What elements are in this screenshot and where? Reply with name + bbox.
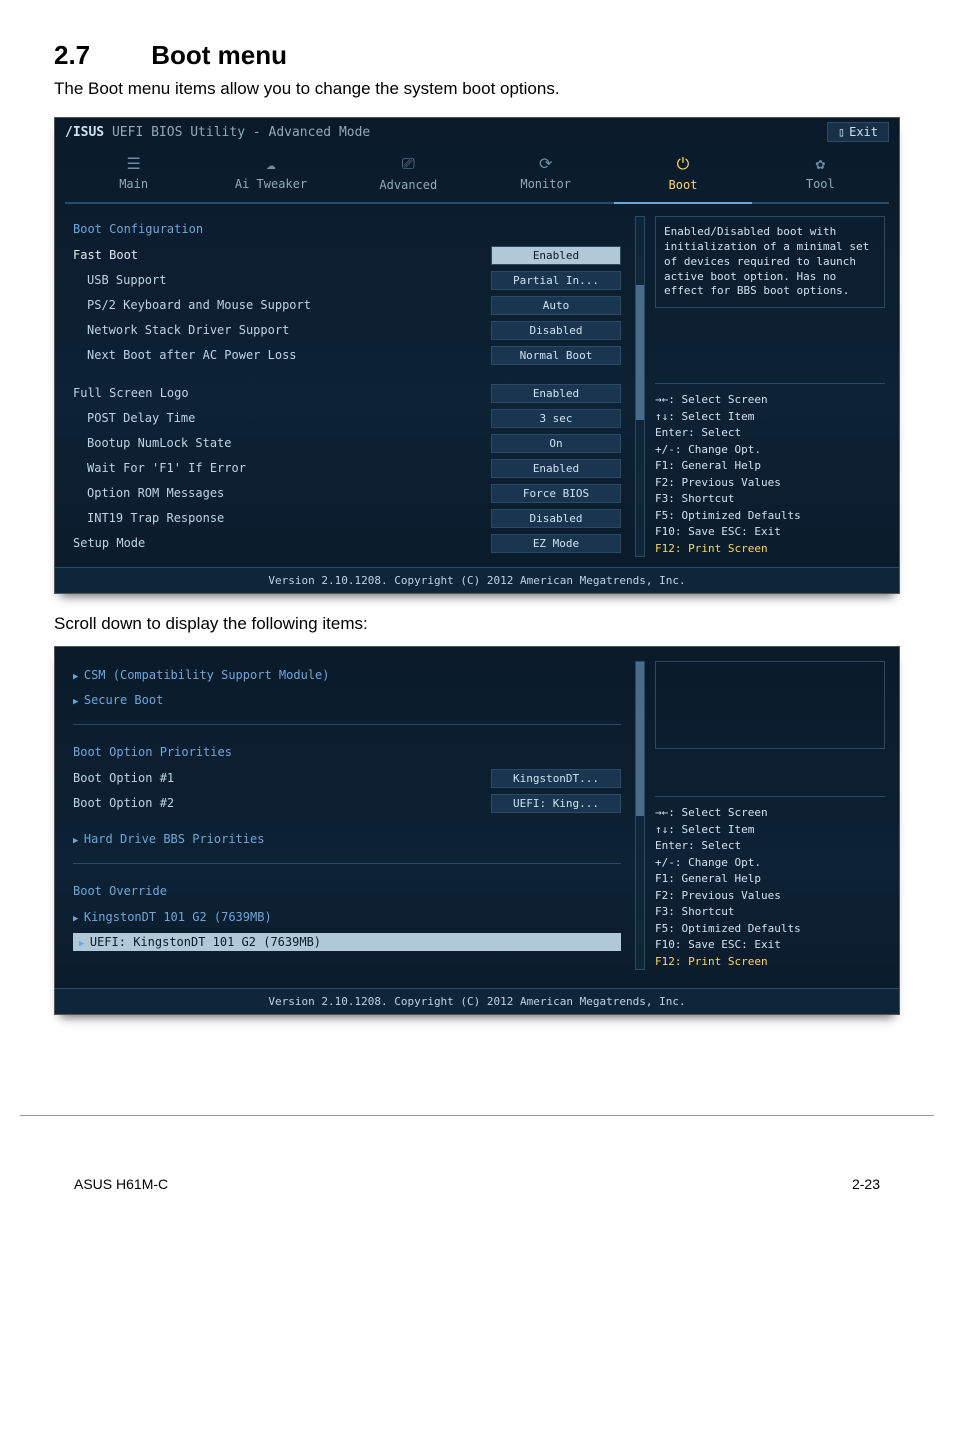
bios-copyright: Version 2.10.1208. Copyright (C) 2012 Am… <box>55 567 899 593</box>
monitor-icon: ⟳ <box>477 154 614 173</box>
tab-ai-tweaker[interactable]: ☁Ai Tweaker <box>202 148 339 202</box>
row-next-boot[interactable]: Next Boot after AC Power LossNormal Boot <box>73 344 621 366</box>
row-setup-mode[interactable]: Setup ModeEZ Mode <box>73 532 621 554</box>
advanced-icon: ⎚ <box>340 154 477 174</box>
row-network-stack[interactable]: Network Stack Driver SupportDisabled <box>73 319 621 341</box>
row-wait-f1[interactable]: Wait For 'F1' If ErrorEnabled <box>73 457 621 479</box>
footer-right: 2-23 <box>852 1176 880 1192</box>
key-legend: →←: Select Screen ↑↓: Select Item Enter:… <box>655 383 885 557</box>
row-numlock[interactable]: Bootup NumLock StateOn <box>73 432 621 454</box>
section-override: Boot Override <box>73 884 621 898</box>
footer-left: ASUS H61M-C <box>74 1176 168 1192</box>
list-icon: ☰ <box>65 154 202 173</box>
tool-icon: ✿ <box>752 154 889 173</box>
row-int19[interactable]: INT19 Trap ResponseDisabled <box>73 507 621 529</box>
bios-copyright-2: Version 2.10.1208. Copyright (C) 2012 Am… <box>55 988 899 1014</box>
exit-button[interactable]: ▯ Exit <box>827 122 889 142</box>
row-boot-opt-1[interactable]: Boot Option #1KingstonDT... <box>73 767 621 789</box>
tab-advanced[interactable]: ⎚Advanced <box>340 148 477 202</box>
row-fast-boot[interactable]: Fast BootEnabled <box>73 244 621 266</box>
bios-screenshot-2: CSM (Compatibility Support Module) Secur… <box>54 646 900 1015</box>
row-boot-opt-2[interactable]: Boot Option #2UEFI: King... <box>73 792 621 814</box>
section-boot-config: Boot Configuration <box>73 222 621 236</box>
tab-tool[interactable]: ✿Tool <box>752 148 889 202</box>
help-box-2 <box>655 661 885 749</box>
override-item-2[interactable]: UEFI: KingstonDT 101 G2 (7639MB) <box>73 931 621 953</box>
scrollbar[interactable] <box>635 216 645 557</box>
scroll-thumb[interactable] <box>636 285 644 421</box>
row-option-rom[interactable]: Option ROM MessagesForce BIOS <box>73 482 621 504</box>
row-full-screen-logo[interactable]: Full Screen LogoEnabled <box>73 382 621 404</box>
intro-text: The Boot menu items allow you to change … <box>54 79 900 99</box>
key-legend-2: →←: Select Screen ↑↓: Select Item Enter:… <box>655 796 885 970</box>
row-ps2-support[interactable]: PS/2 Keyboard and Mouse SupportAuto <box>73 294 621 316</box>
bios-tabs: ☰Main ☁Ai Tweaker ⎚Advanced ⟳Monitor ⏻Bo… <box>65 148 889 204</box>
link-csm[interactable]: CSM (Compatibility Support Module) <box>73 664 621 686</box>
section-priorities: Boot Option Priorities <box>73 745 621 759</box>
mid-text: Scroll down to display the following ite… <box>54 614 900 634</box>
row-post-delay[interactable]: POST Delay Time3 sec <box>73 407 621 429</box>
power-icon: ⏻ <box>614 154 751 174</box>
cloud-icon: ☁ <box>202 154 339 173</box>
link-hdd-priorities[interactable]: Hard Drive BBS Priorities <box>73 828 621 850</box>
exit-icon: ▯ <box>838 125 845 139</box>
heading-number: 2.7 <box>54 40 144 71</box>
link-secure-boot[interactable]: Secure Boot <box>73 689 621 711</box>
override-item-1[interactable]: KingstonDT 101 G2 (7639MB) <box>73 906 621 928</box>
tab-main[interactable]: ☰Main <box>65 148 202 202</box>
section-heading: 2.7 Boot menu <box>54 40 900 71</box>
help-box: Enabled/Disabled boot with initializatio… <box>655 216 885 308</box>
scrollbar-2[interactable] <box>635 661 645 970</box>
scroll-thumb-2[interactable] <box>636 662 644 816</box>
page-footer: ASUS H61M-C 2-23 <box>20 1115 934 1222</box>
heading-text: Boot menu <box>151 40 287 70</box>
bios-title: UEFI BIOS Utility - Advanced Mode <box>112 125 370 140</box>
tab-boot[interactable]: ⏻Boot <box>614 148 751 202</box>
row-usb-support[interactable]: USB SupportPartial In... <box>73 269 621 291</box>
tab-monitor[interactable]: ⟳Monitor <box>477 148 614 202</box>
bios-screenshot-1: /ISUS UEFI BIOS Utility - Advanced Mode … <box>54 117 900 594</box>
